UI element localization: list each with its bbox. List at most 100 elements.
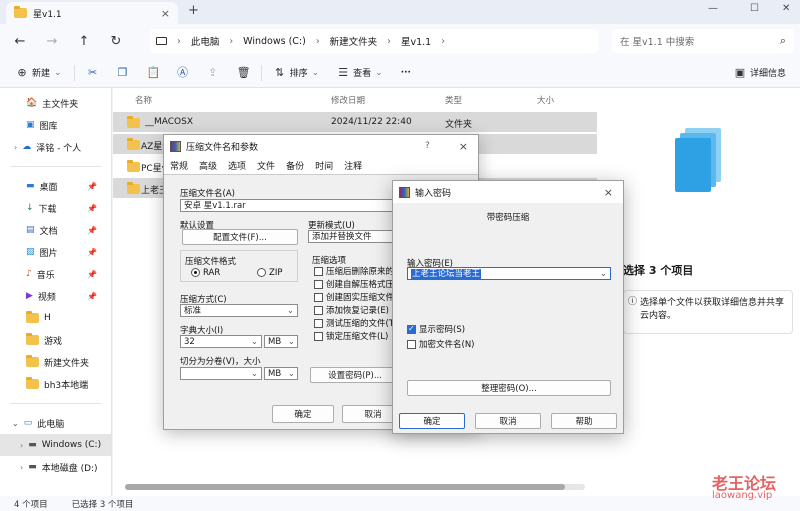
organize-passwords-button[interactable]: 整理密码(O)... xyxy=(407,380,611,396)
tab-close-button[interactable]: × xyxy=(161,7,170,20)
more-options-button[interactable]: ··· xyxy=(395,62,417,84)
close-window-button[interactable]: ✕ xyxy=(782,3,790,14)
dialog-close-button[interactable]: × xyxy=(459,140,468,153)
breadcrumb[interactable]: › 此电脑 › Windows (C:) › 新建文件夹 › 星v1.1 › xyxy=(150,29,598,53)
cancel-button[interactable]: 取消 xyxy=(475,413,541,429)
sidebar-item-h[interactable]: H xyxy=(0,307,111,329)
monitor-icon xyxy=(156,37,167,45)
set-password-button[interactable]: 设置密码(P)... xyxy=(310,367,400,383)
sidebar-item-home[interactable]: 🏠 主文件夹 xyxy=(0,92,111,114)
view-button[interactable]: ☰ 查看 ⌄ xyxy=(331,62,389,84)
rename-icon[interactable]: Ⓐ xyxy=(171,62,195,84)
method-select[interactable]: 标准 ⌄ xyxy=(180,304,298,317)
ok-button[interactable]: 确定 xyxy=(399,413,465,429)
tab-backup[interactable]: 备份 xyxy=(286,159,304,172)
minimize-button[interactable]: — xyxy=(708,3,718,14)
scrollbar-thumb[interactable] xyxy=(125,484,565,490)
show-password-checkbox[interactable]: 显示密码(S) xyxy=(407,323,465,335)
new-tab-button[interactable]: + xyxy=(188,3,199,18)
tab-title: 星v1.1 xyxy=(33,9,62,20)
sidebar-item-bh3[interactable]: bh3本地端 xyxy=(0,373,111,395)
tab-advanced[interactable]: 高级 xyxy=(199,159,217,172)
tab-options[interactable]: 选项 xyxy=(228,159,246,172)
format-label: 压缩文件格式 xyxy=(185,257,237,267)
sidebar-item-drive-d[interactable]: › ▬ 本地磁盘 (D:) xyxy=(0,456,111,478)
update-mode-select[interactable]: 添加并替换文件 xyxy=(308,230,398,243)
sidebar-item-pictures[interactable]: ▨ 图片 📌 xyxy=(0,241,111,263)
delete-icon[interactable]: 🗑 xyxy=(231,62,255,84)
option-test[interactable]: 测试压缩的文件(T) xyxy=(314,318,400,331)
password-input[interactable]: 上老王论坛当老王 ⌄ xyxy=(407,267,611,280)
breadcrumb-item[interactable]: 星v1.1 xyxy=(401,34,431,48)
refresh-icon[interactable]: ↻ xyxy=(104,29,128,53)
copy-icon[interactable]: ❐ xyxy=(111,62,135,84)
sidebar-item-games[interactable]: 游戏 xyxy=(0,329,111,351)
breadcrumb-item[interactable]: Windows (C:) xyxy=(243,36,306,47)
sidebar-item-drive-c[interactable]: › ▬ Windows (C:) xyxy=(0,434,111,456)
option-lock[interactable]: 锁定压缩文件(L) xyxy=(314,331,400,344)
format-zip-radio[interactable]: ZIP xyxy=(257,268,282,278)
sort-button[interactable]: ⇅ 排序 ⌄ xyxy=(268,62,326,84)
selected-count: 已选择 3 个项目 xyxy=(71,499,134,510)
tab-files[interactable]: 文件 xyxy=(257,159,275,172)
up-arrow-icon[interactable]: ↑ xyxy=(72,29,96,53)
dialog-close-button[interactable]: × xyxy=(604,186,613,199)
folder-icon xyxy=(26,355,39,367)
option-recovery[interactable]: 添加恢复记录(E) xyxy=(314,305,400,318)
dialog-subtitle: 带密码压缩 xyxy=(486,213,530,223)
profiles-button[interactable]: 配置文件(F)... xyxy=(182,229,298,245)
maximize-button[interactable]: ☐ xyxy=(750,3,759,14)
help-button[interactable]: ? xyxy=(425,141,430,151)
breadcrumb-item[interactable]: 新建文件夹 xyxy=(330,34,378,48)
help-button[interactable]: 帮助 xyxy=(551,413,617,429)
cut-icon[interactable]: ✂ xyxy=(81,62,105,84)
dict-size-select[interactable]: 32 ⌄ xyxy=(180,335,262,348)
pin-icon: 📌 xyxy=(87,181,97,191)
chevron-right-icon: › xyxy=(387,35,391,47)
dict-unit-select[interactable]: MB ⌄ xyxy=(264,335,298,348)
forward-arrow-icon[interactable]: → xyxy=(40,29,64,53)
search-input[interactable]: 在 星v1.1 中搜索 ⌕ xyxy=(612,29,794,53)
chevron-down-icon[interactable]: ⌄ xyxy=(600,268,607,280)
details-pane: 选择 3 个项目 ⓘ 选择单个文件以获取详细信息并共享云内容。 xyxy=(597,88,800,496)
sidebar-item-onedrive[interactable]: › ☁ 泽铭 - 个人 xyxy=(0,136,111,158)
column-name[interactable]: 名称 xyxy=(135,94,152,106)
format-rar-radio[interactable]: RAR xyxy=(191,268,220,278)
option-sfx[interactable]: 创建自解压格式压缩文件 xyxy=(314,279,400,292)
paste-icon[interactable]: 📋 xyxy=(141,62,165,84)
sidebar-item-documents[interactable]: ▤ 文档 📌 xyxy=(0,219,111,241)
option-solid[interactable]: 创建固实压缩文件(S) xyxy=(314,292,400,305)
split-unit-select[interactable]: MB ⌄ xyxy=(264,367,298,380)
sidebar-item-new-folder[interactable]: 新建文件夹 xyxy=(0,351,111,373)
sidebar-item-desktop[interactable]: ▬ 桌面 📌 xyxy=(0,175,111,197)
folder-icon xyxy=(127,138,140,150)
folder-icon xyxy=(26,333,39,345)
back-arrow-icon[interactable]: ← xyxy=(8,29,32,53)
option-delete-after[interactable]: 压缩后删除原来的文件 xyxy=(314,266,400,279)
encrypt-names-checkbox[interactable]: 加密文件名(N) xyxy=(407,338,475,350)
details-button[interactable]: ▣ 详细信息 xyxy=(728,62,792,84)
breadcrumb-item[interactable]: 此电脑 xyxy=(191,34,220,48)
tab-general[interactable]: 常规 xyxy=(170,159,188,172)
horizontal-scrollbar[interactable] xyxy=(125,484,585,490)
tab-time[interactable]: 时间 xyxy=(315,159,333,172)
ok-button[interactable]: 确定 xyxy=(272,405,334,423)
tab-comment[interactable]: 注释 xyxy=(344,159,362,172)
new-button[interactable]: ⊕ 新建 ⌄ xyxy=(10,62,68,84)
sidebar-item-this-pc[interactable]: ⌄ ▭ 此电脑 xyxy=(0,412,111,434)
share-icon[interactable]: ⇪ xyxy=(201,62,225,84)
archive-name-field[interactable]: 安卓 星v1.1.rar xyxy=(180,199,400,212)
chevron-right-icon: › xyxy=(441,35,446,47)
column-size[interactable]: 大小 xyxy=(537,94,554,106)
split-size-field[interactable]: ⌄ xyxy=(180,367,262,380)
column-type[interactable]: 类型 xyxy=(445,94,462,106)
table-row[interactable]: __MACOSX 2024/11/22 22:40 文件夹 xyxy=(113,112,597,132)
sidebar-item-videos[interactable]: ▶ 视频 📌 xyxy=(0,285,111,307)
sidebar-item-music[interactable]: ♪ 音乐 📌 xyxy=(0,263,111,285)
sidebar-item-downloads[interactable]: ↓ 下载 📌 xyxy=(0,197,111,219)
sidebar-item-gallery[interactable]: ▣ 图库 xyxy=(0,114,111,136)
column-date[interactable]: 修改日期 xyxy=(331,94,365,106)
password-dialog: 输入密码 × 带密码压缩 输入密码(E) 上老王论坛当老王 ⌄ 显示密码(S) … xyxy=(392,180,624,434)
folder-icon xyxy=(127,160,140,172)
tab-current[interactable]: 星v1.1 × xyxy=(6,2,178,24)
